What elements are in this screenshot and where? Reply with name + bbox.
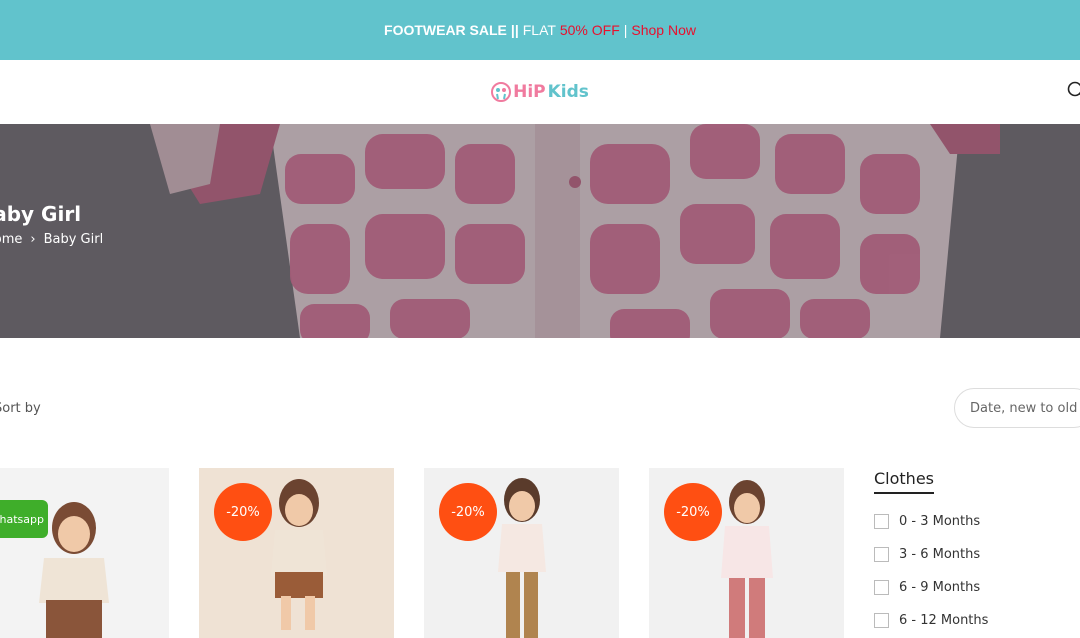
filter-option-label: 0 - 3 Months: [899, 514, 980, 529]
product-card[interactable]: -20%: [649, 468, 844, 638]
announcement-text: FOOTWEAR SALE: [384, 22, 507, 38]
site-header: HiPKids: [0, 60, 1080, 124]
discount-badge: -20%: [664, 483, 722, 541]
filter-option-label: 3 - 6 Months: [899, 547, 980, 562]
product-image: [0, 468, 169, 638]
filter-option[interactable]: 6 - 9 Months: [874, 580, 980, 595]
filter-option[interactable]: 3 - 6 Months: [874, 547, 980, 562]
discount-badge: -20%: [214, 483, 272, 541]
page-title: Baby Girl: [0, 202, 81, 226]
breadcrumb: Home › Baby Girl: [0, 232, 103, 247]
whatsapp-button[interactable]: Whatsapp: [0, 500, 48, 538]
breadcrumb-current: Baby Girl: [44, 232, 104, 247]
logo-icon: [491, 82, 511, 102]
discount-badge: -20%: [439, 483, 497, 541]
filter-title-underline: [874, 492, 934, 494]
checkbox[interactable]: [874, 547, 889, 562]
checkbox[interactable]: [874, 613, 889, 628]
filter-title: Clothes: [874, 469, 934, 488]
breadcrumb-home[interactable]: Home: [0, 232, 22, 247]
shop-now-link[interactable]: Shop Now: [631, 22, 696, 38]
announcement-discount: 50% OFF: [560, 22, 620, 38]
product-card[interactable]: [0, 468, 169, 638]
product-card[interactable]: -20%: [424, 468, 619, 638]
announcement-bar: FOOTWEAR SALE || FLAT 50% OFF | Shop Now: [0, 0, 1080, 60]
collection-banner: Baby Girl Home › Baby Girl: [0, 124, 1080, 338]
site-logo[interactable]: HiPKids: [491, 82, 589, 102]
filter-option[interactable]: 6 - 12 Months: [874, 613, 988, 628]
banner-image: [0, 124, 1080, 338]
chevron-right-icon: ›: [30, 232, 35, 247]
filter-option[interactable]: 0 - 3 Months: [874, 514, 980, 529]
checkbox[interactable]: [874, 580, 889, 595]
sort-select[interactable]: Date, new to old: [954, 388, 1080, 428]
filter-option-label: 6 - 9 Months: [899, 580, 980, 595]
product-card[interactable]: -20%: [199, 468, 394, 638]
search-icon[interactable]: [1066, 80, 1080, 100]
logo-text-hip: HiP: [513, 82, 546, 102]
logo-text-kids: Kids: [548, 82, 589, 102]
filter-option-label: 6 - 12 Months: [899, 613, 988, 628]
sort-label: Sort by: [0, 401, 41, 416]
announcement-flat: FLAT: [523, 22, 556, 38]
announcement-separator: ||: [511, 22, 519, 38]
announcement-pipe: |: [624, 22, 628, 38]
checkbox[interactable]: [874, 514, 889, 529]
